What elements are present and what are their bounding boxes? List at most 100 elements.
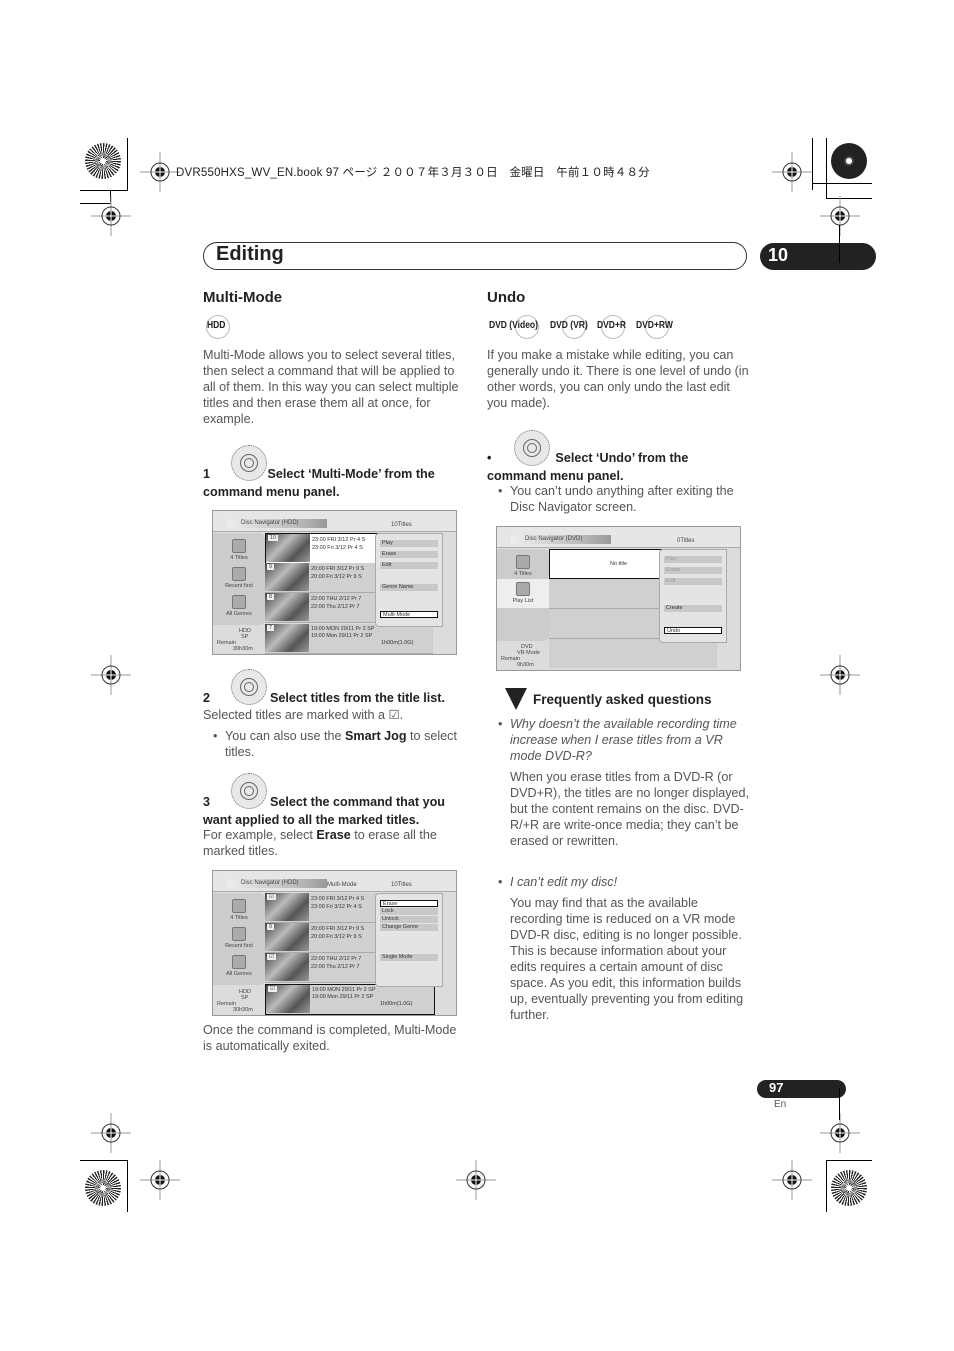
faq-question: I can’t edit my disc! xyxy=(510,875,618,889)
badge-dvd-video: DVD (Video) xyxy=(489,320,538,331)
registration-rosette-bottom-left xyxy=(85,1170,121,1206)
genre-icon xyxy=(232,955,246,969)
sidebar-item-sort: Recent first xyxy=(213,567,265,589)
step-2-bullet: • You can also use the Smart Jog to sele… xyxy=(213,729,457,759)
crop-mark xyxy=(127,1160,128,1212)
faq-question: Why doesn’t the available recording time… xyxy=(510,717,737,763)
mode-indicator: Multi-Mode xyxy=(327,882,357,888)
title-count: 10Titles xyxy=(391,522,412,528)
step-title: Select ‘Multi-Mode’ from the command men… xyxy=(203,467,435,499)
step-2-text: Selected titles are marked with a ☑. xyxy=(203,708,404,722)
crop-mark xyxy=(812,183,872,184)
command-menu: Play Erase Edit Create Undo xyxy=(659,549,727,643)
menu-item: Change Genre xyxy=(380,924,438,931)
menu-item: Genre Name xyxy=(380,584,438,591)
menu-item: Erase xyxy=(664,567,722,574)
registration-target xyxy=(772,152,812,192)
list-icon xyxy=(232,539,246,553)
faq-icon xyxy=(505,688,527,710)
step-3-text: For example, select Erase to erase all t… xyxy=(203,828,437,858)
registration-target xyxy=(140,152,180,192)
registration-target xyxy=(456,1160,496,1200)
disc-info: HDD SP Remain 30h30m xyxy=(217,989,253,1013)
playlist-icon xyxy=(516,582,530,596)
crop-mark xyxy=(80,1160,128,1161)
sidebar: 4 Titles Recent first All Genres xyxy=(213,533,265,625)
list-icon xyxy=(232,899,246,913)
sidebar-item-genres: All Genres xyxy=(213,595,265,617)
title-row: ☑ 19:00 MON 29/11 Pr 2 SP 19:00 Mon 29/11 … xyxy=(265,984,435,1015)
sidebar: 4 Titles Play List xyxy=(497,549,549,641)
chapter-number: 10 xyxy=(768,245,789,265)
sort-icon xyxy=(232,927,246,941)
sidebar-item-sort: Recent first xyxy=(213,927,265,949)
step-1: 1 Select ‘Multi-Mode’ from the command m… xyxy=(203,465,465,501)
registration-target xyxy=(91,196,131,236)
crop-mark xyxy=(839,1088,840,1120)
registration-target xyxy=(140,1160,180,1200)
multi-mode-intro: Multi-Mode allows you to select several … xyxy=(203,348,459,426)
step-3: 3 Select the command that you want applie… xyxy=(203,795,445,827)
menu-item: Play xyxy=(664,556,722,563)
command-menu: Play Erase Edit Genre Name Multi-Mode xyxy=(375,533,443,627)
registration-target xyxy=(772,1160,812,1200)
title-count: 10Titles xyxy=(391,882,412,888)
menu-item: Edit xyxy=(380,562,438,569)
sidebar-item-titles: 4 Titles xyxy=(213,899,265,921)
registration-target xyxy=(820,655,860,695)
faq-answer: When you erase titles from a DVD-R (or D… xyxy=(510,770,750,848)
menu-item: Single Mode xyxy=(380,954,438,961)
menu-item: Play xyxy=(380,540,438,547)
screenshot-disc-navigator-multi-mode: Disc Navigator (HDD) Multi-Mode 10Titles… xyxy=(212,870,457,1016)
faq-heading: Frequently asked questions xyxy=(533,692,712,707)
registration-rosette-top-right xyxy=(831,143,867,179)
screenshot-disc-navigator-dvd: Disc Navigator (DVD) 0Titles 4 Titles Pl… xyxy=(496,526,741,671)
menu-item: Create xyxy=(664,605,722,612)
sidebar-item-titles: 4 Titles xyxy=(213,539,265,561)
faq-item: • Why doesn’t the available recording ti… xyxy=(498,716,753,849)
chapter-header-bar xyxy=(203,242,747,270)
disc-info: DVD VR Mode Remain 0h30m xyxy=(501,644,540,668)
menu-item: Unlock xyxy=(380,916,438,923)
crop-mark xyxy=(839,225,840,263)
chapter-title: Editing xyxy=(216,243,284,265)
screenshot-disc-navigator-hdd: Disc Navigator (HDD) 10Titles 4 Titles R… xyxy=(212,510,457,655)
registration-target xyxy=(91,655,131,695)
menu-item-selected: Multi-Mode xyxy=(380,611,438,618)
badge-dvd-vr: DVD (VR) xyxy=(550,320,588,331)
genre-icon xyxy=(232,595,246,609)
disc-navigator-tab: Disc Navigator (HDD) xyxy=(227,879,327,888)
command-menu: Erase Lock Unlock Change Genre Single Mo… xyxy=(375,893,443,987)
disc-navigator-tab: Disc Navigator (DVD) xyxy=(511,535,611,544)
crop-mark xyxy=(826,1160,872,1161)
title-count: 0Titles xyxy=(677,538,695,544)
crop-mark xyxy=(127,138,128,190)
faq-answer: You may find that as the available recor… xyxy=(510,896,744,1022)
disc-navigator-tab: Disc Navigator (HDD) xyxy=(227,519,327,528)
title-row: 7 19:00 MON 29/11 Pr 2 SP 19:00 Mon 29/11 … xyxy=(265,624,433,654)
badge-dvd-plus-r: DVD+R xyxy=(597,320,627,331)
crop-mark xyxy=(80,190,128,191)
undo-intro: If you make a mistake while editing, you… xyxy=(487,348,749,410)
sidebar-item-genres: All Genres xyxy=(213,955,265,977)
sidebar-item-titles: 4 Titles xyxy=(497,555,549,577)
menu-item: Edit xyxy=(664,578,722,585)
page-number: 97 xyxy=(769,1080,784,1095)
badge-hdd: HDD xyxy=(207,320,226,331)
list-icon xyxy=(516,555,530,569)
sidebar-item-playlist: Play List xyxy=(497,579,549,608)
menu-item-selected: Undo xyxy=(664,627,722,634)
registration-target xyxy=(91,1113,131,1153)
print-book-line: DVR550HXS_WV_EN.book 97 ページ ２００７年３月３０日 金… xyxy=(176,167,650,179)
registration-target xyxy=(820,196,860,236)
disc-info: HDD SP Remain 30h30m xyxy=(217,628,253,652)
menu-item: Lock xyxy=(380,908,438,915)
menu-item: Erase xyxy=(380,551,438,558)
registration-rosette-bottom-right xyxy=(831,1170,867,1206)
sort-icon xyxy=(232,567,246,581)
crop-mark xyxy=(826,1160,827,1212)
undo-step: • Select ‘Undo’ from the command menu pan… xyxy=(487,451,689,483)
section-heading-multi-mode: Multi-Mode xyxy=(203,289,283,306)
step-2: 2 Select titles from the title list. xyxy=(203,691,445,705)
menu-item-selected: Erase xyxy=(380,900,438,907)
